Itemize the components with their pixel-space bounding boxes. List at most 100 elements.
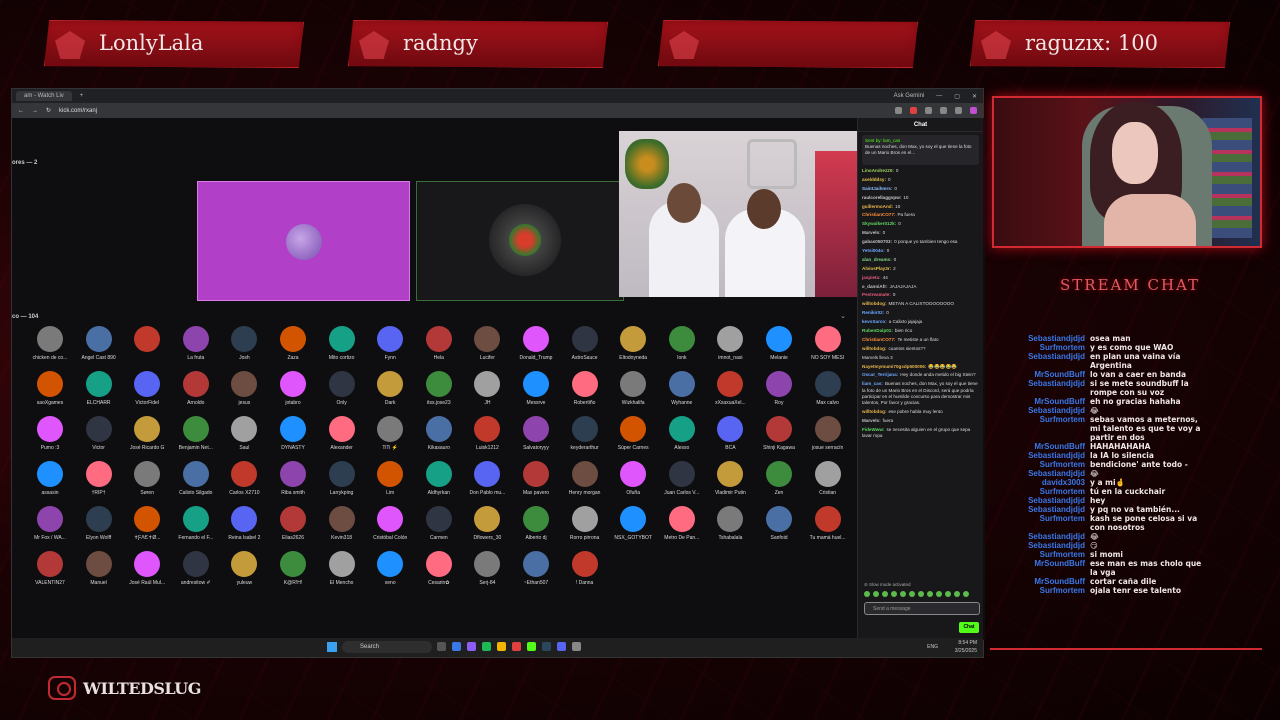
audience-member[interactable]: El Mencho: [318, 551, 366, 586]
audience-member[interactable]: Dark: [366, 371, 414, 406]
chat-username[interactable]: willtobdog:: [862, 301, 887, 306]
audience-member[interactable]: yuleuw: [220, 551, 268, 586]
chat-username[interactable]: gabas050703:: [862, 239, 892, 244]
audience-member[interactable]: Aldhyrkan: [415, 461, 463, 496]
audience-member[interactable]: Luisk1212: [463, 416, 511, 451]
maximize-icon[interactable]: ▢: [954, 93, 960, 100]
audience-member[interactable]: Only: [318, 371, 366, 406]
audience-member[interactable]: jesus: [220, 371, 268, 406]
audience-member[interactable]: NSX_GOTYBOT: [609, 506, 657, 541]
emote-icon[interactable]: [864, 591, 870, 597]
chat-username[interactable]: liam_cas:: [862, 381, 883, 386]
audience-member[interactable]: Alberto dj: [512, 506, 560, 541]
audience-member[interactable]: jotabro: [269, 371, 317, 406]
audience-member[interactable]: K@R!H!: [269, 551, 317, 586]
audience-member[interactable]: DYNASTY: [269, 416, 317, 451]
chat-username[interactable]: Oscar_Terrijana:: [862, 372, 898, 377]
emote-icon[interactable]: [963, 591, 969, 597]
extension-icon[interactable]: [955, 107, 962, 114]
audience-member[interactable]: Ionk: [658, 326, 706, 361]
reload-icon[interactable]: ↻: [46, 107, 51, 114]
audience-member[interactable]: Elyon Wolff: [75, 506, 123, 541]
chat-username[interactable]: ChristianCO77:: [862, 337, 895, 342]
audience-member[interactable]: Kikasauro: [415, 416, 463, 451]
extension-icon[interactable]: [940, 107, 947, 114]
audience-member[interactable]: Hela: [415, 326, 463, 361]
audience-member[interactable]: Carlos X2710: [220, 461, 268, 496]
audience-member[interactable]: †RIP†: [75, 461, 123, 496]
chat-username[interactable]: FideWww:: [862, 427, 884, 432]
extension-icon[interactable]: [925, 107, 932, 114]
chat-username[interactable]: guillermoAnd:: [862, 204, 893, 209]
audience-member[interactable]: imnot_nasi: [706, 326, 754, 361]
audience-member[interactable]: Ofuña: [609, 461, 657, 496]
browser-tab[interactable]: am - Watch Liv: [16, 91, 72, 101]
chat-username[interactable]: Skywalker012k:: [862, 221, 896, 226]
chat-username[interactable]: willtobdog:: [862, 409, 887, 414]
audience-member[interactable]: Salvatoryyy: [512, 416, 560, 451]
audience-member[interactable]: Donald_Trump: [512, 326, 560, 361]
chat-username[interactable]: raulcorellaggvpw:: [862, 195, 901, 200]
app-icon[interactable]: [482, 642, 491, 651]
audience-member[interactable]: josue serracín: [804, 416, 852, 451]
gemini-label[interactable]: Ask Gemini: [894, 93, 925, 100]
speaker-tile[interactable]: [416, 181, 624, 301]
audience-member[interactable]: Manuel: [75, 551, 123, 586]
audience-member[interactable]: La fruta: [172, 326, 220, 361]
audience-member[interactable]: Zaza: [269, 326, 317, 361]
chat-send-button[interactable]: Chat: [959, 622, 979, 633]
audience-member[interactable]: AstroSauce: [561, 326, 609, 361]
app-icon[interactable]: [542, 642, 551, 651]
chat-username[interactable]: jaspieta:: [862, 275, 881, 280]
emote-icon[interactable]: [891, 591, 897, 597]
chat-username[interactable]: alan_dreams:: [862, 257, 892, 262]
chat-username[interactable]: LinoAndrez20:: [862, 168, 894, 173]
emote-icon[interactable]: [927, 591, 933, 597]
audience-member[interactable]: Lucifer: [463, 326, 511, 361]
audience-member[interactable]: Kevin318: [318, 506, 366, 541]
audience-member[interactable]: Arnoldo: [172, 371, 220, 406]
audience-member[interactable]: Don Pablo mu...: [463, 461, 511, 496]
audience-member[interactable]: ELCHARR: [75, 371, 123, 406]
audience-member[interactable]: Josh: [220, 326, 268, 361]
chat-username[interactable]: Marvels:: [862, 418, 881, 423]
chat-username[interactable]: ChristianCO77:: [862, 212, 895, 217]
audience-member[interactable]: Max calvo: [804, 371, 852, 406]
audience-member[interactable]: Cristóbal Colón: [366, 506, 414, 541]
audience-member[interactable]: BCA: [706, 416, 754, 451]
audience-member[interactable]: Max pavero: [512, 461, 560, 496]
app-icon[interactable]: [512, 642, 521, 651]
app-icon[interactable]: [467, 642, 476, 651]
profile-icon[interactable]: [970, 107, 977, 114]
audience-member[interactable]: José Raúl Mul...: [123, 551, 171, 586]
audience-member[interactable]: Riba smith: [269, 461, 317, 496]
audience-member[interactable]: Larrykping: [318, 461, 366, 496]
pinned-message[interactable]: Sent by: lam_cas Buenas noches, don Max,…: [862, 135, 979, 165]
audience-member[interactable]: Calixto Silgado: [172, 461, 220, 496]
audience-member[interactable]: xeno: [366, 551, 414, 586]
audience-member[interactable]: Alesso: [658, 416, 706, 451]
chat-username[interactable]: SaintJaihmrs:: [862, 186, 892, 191]
speaker-tile[interactable]: [197, 181, 410, 301]
audience-member[interactable]: Lim: [366, 461, 414, 496]
audience-member[interactable]: Zen: [755, 461, 803, 496]
app-icon[interactable]: [437, 642, 446, 651]
audience-member[interactable]: Saul: [220, 416, 268, 451]
audience-member[interactable]: VALENTIN27: [26, 551, 74, 586]
app-icon[interactable]: [557, 642, 566, 651]
chat-username[interactable]: Yetsi004o:: [862, 248, 885, 253]
audience-member[interactable]: JH: [463, 371, 511, 406]
bookmark-icon[interactable]: [895, 107, 902, 114]
audience-member[interactable]: Reina Isabel 2: [220, 506, 268, 541]
emote-icon[interactable]: [945, 591, 951, 597]
audience-member[interactable]: Cesarin✿: [415, 551, 463, 586]
audience-member[interactable]: ✝ƑΛЄ✝Ø...: [123, 506, 171, 541]
audience-member[interactable]: Fynn: [366, 326, 414, 361]
forward-icon[interactable]: →: [32, 108, 38, 114]
language-indicator[interactable]: ENG: [927, 644, 938, 650]
audience-member[interactable]: Robertiño: [561, 371, 609, 406]
audience-member[interactable]: José Ricardo G: [123, 416, 171, 451]
audience-member[interactable]: Vladimir Putin: [706, 461, 754, 496]
new-tab-icon[interactable]: +: [80, 93, 84, 99]
extension-icon[interactable]: [910, 107, 917, 114]
